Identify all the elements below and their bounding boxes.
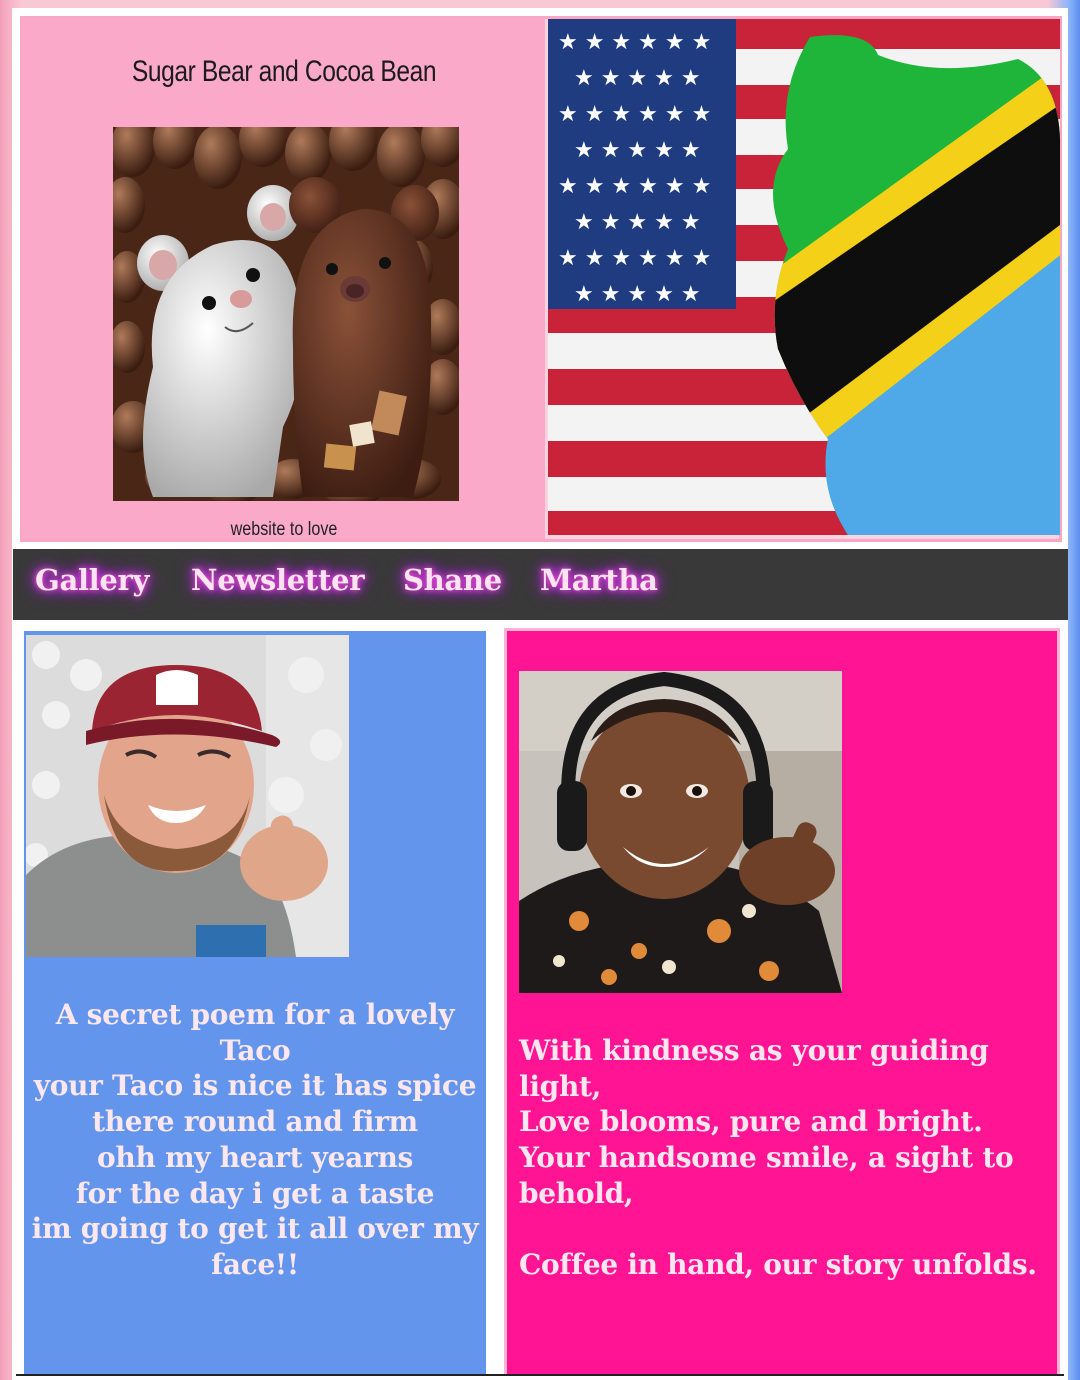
nav-item-gallery[interactable]: Gallery xyxy=(35,563,149,597)
bears-illustration xyxy=(113,127,459,501)
poem-line: for the day i get a taste xyxy=(75,1176,435,1210)
poem-line: im going to get it all over my face!! xyxy=(31,1212,488,1281)
nav-item-martha[interactable]: Martha xyxy=(540,563,658,597)
header-inner: Sugar Bear and Cocoa Bean website to lov… xyxy=(20,16,1062,542)
usa-tanzania-flag-image: ★ ★ ★ ★ ★ ★ ★ ★ ★ ★ ★ ★ ★ ★ ★ ★ ★ ★ ★ ★ … xyxy=(548,19,1060,535)
site-tagline: website to love xyxy=(230,519,338,540)
svg-text:★ ★ ★ ★ ★ ★: ★ ★ ★ ★ ★ ★ xyxy=(558,246,711,271)
svg-text:★ ★ ★ ★ ★ ★: ★ ★ ★ ★ ★ ★ xyxy=(558,174,711,199)
svg-text:★ ★ ★ ★ ★: ★ ★ ★ ★ ★ xyxy=(574,210,701,235)
shane-portrait xyxy=(26,635,349,957)
svg-text:★ ★ ★ ★ ★ ★: ★ ★ ★ ★ ★ ★ xyxy=(558,102,711,127)
bears-image xyxy=(113,127,459,501)
svg-text:★ ★ ★ ★ ★ ★: ★ ★ ★ ★ ★ ★ xyxy=(558,30,711,55)
martha-panel: With kindness as your guiding light, Lov… xyxy=(504,628,1060,1378)
brand-panel: Sugar Bear and Cocoa Bean website to lov… xyxy=(23,19,545,540)
poem-line: A secret poem for a lovely Taco xyxy=(55,998,464,1067)
nav-item-newsletter[interactable]: Newsletter xyxy=(191,563,365,597)
shane-column: A secret poem for a lovely Taco your Tac… xyxy=(15,622,495,1380)
shane-poem: A secret poem for a lovely Taco your Tac… xyxy=(24,997,486,1283)
poem-line: ohh my heart yearns xyxy=(97,1140,413,1174)
poem-line: your Taco is nice it has spice xyxy=(33,1069,477,1103)
poem-line: there round and firm xyxy=(92,1105,418,1139)
martha-portrait xyxy=(519,671,842,993)
header: Sugar Bear and Cocoa Bean website to lov… xyxy=(14,10,1066,546)
poem-line: Your handsome smile, a sight to behold, xyxy=(519,1141,1023,1210)
poem-line: With kindness as your guiding light, xyxy=(519,1034,998,1103)
martha-column: With kindness as your guiding light, Lov… xyxy=(498,622,1066,1380)
poem-line: Love blooms, pure and bright. xyxy=(519,1105,983,1139)
svg-text:★ ★ ★ ★ ★: ★ ★ ★ ★ ★ xyxy=(574,282,701,307)
nav-item-shane[interactable]: Shane xyxy=(403,563,502,597)
poem-line xyxy=(519,1212,1059,1248)
site-title: Sugar Bear and Cocoa Bean xyxy=(131,55,437,88)
poem-line: Coffee in hand, our story unfolds. xyxy=(519,1248,1037,1282)
shane-panel: A secret poem for a lovely Taco your Tac… xyxy=(21,628,489,1378)
svg-text:★ ★ ★ ★ ★: ★ ★ ★ ★ ★ xyxy=(574,138,701,163)
main-nav: Gallery Newsletter Shane Martha xyxy=(13,549,1068,620)
footer-divider xyxy=(16,1374,1064,1380)
page: Sugar Bear and Cocoa Bean website to lov… xyxy=(12,8,1068,1380)
martha-poem: With kindness as your guiding light, Lov… xyxy=(519,1033,1059,1283)
shane-photo xyxy=(26,635,349,957)
flags-illustration: ★ ★ ★ ★ ★ ★ ★ ★ ★ ★ ★ ★ ★ ★ ★ ★ ★ ★ ★ ★ … xyxy=(548,19,1060,535)
svg-text:★ ★ ★ ★ ★: ★ ★ ★ ★ ★ xyxy=(574,66,701,91)
martha-photo xyxy=(519,671,842,993)
